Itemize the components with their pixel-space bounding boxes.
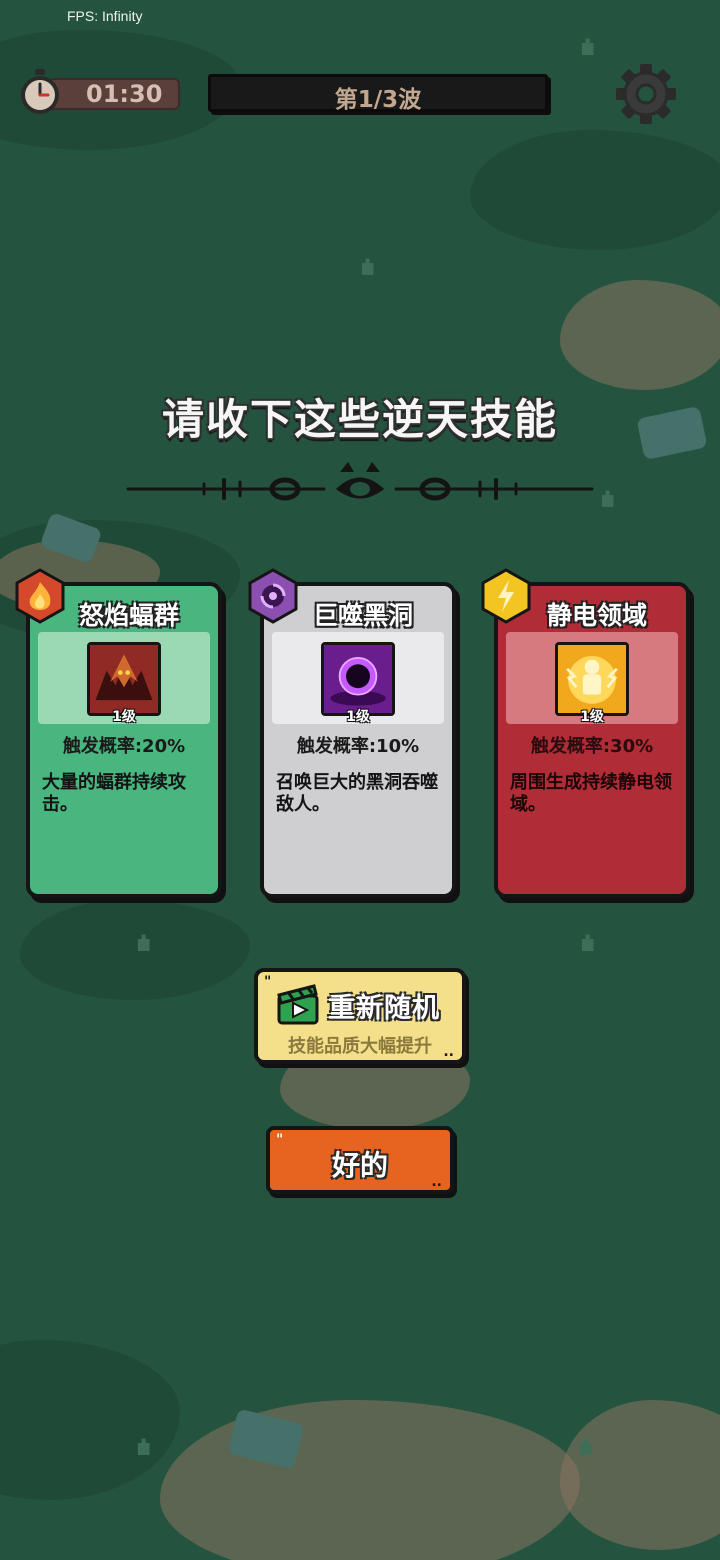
fire-icon [15, 568, 65, 624]
video-clapper-icon [277, 984, 319, 1025]
confirm-label: 好的 [331, 1149, 388, 1182]
reroll-label: 重新随机 [328, 993, 440, 1024]
skill-level: 1级 [112, 709, 136, 725]
skill-card-static-field[interactable]: 静电领域 1级 触发概率:30% 周围生成持续静电领域。 [494, 582, 690, 898]
wave-timer: 01:30 [18, 68, 180, 116]
black-hole-icon [321, 642, 395, 716]
skill-description: 大量的蝠群持续攻击。 [42, 772, 186, 815]
wave-indicator: 第1/3波 [208, 74, 548, 113]
reroll-subtitle: 技能品质大幅提升 [288, 1036, 432, 1057]
trigger-rate: 触发概率:10% [296, 736, 420, 757]
bat-swarm-icon [87, 642, 161, 716]
reroll-button[interactable]: " .. 重新随机 技能品质大幅提升 [254, 968, 466, 1064]
reward-headline: 请收下这些逆天技能 [161, 395, 558, 444]
trigger-rate: 触发概率:20% [62, 736, 186, 757]
fps-counter: FPS: Infinity [67, 8, 143, 24]
confirm-button[interactable]: " .. 好的 [266, 1126, 454, 1194]
skill-level: 1级 [346, 709, 370, 725]
vortex-icon [248, 568, 298, 624]
static-field-icon [555, 642, 629, 716]
skill-description: 召唤巨大的黑洞吞噬敌人。 [276, 772, 438, 815]
stopwatch-icon [21, 69, 59, 114]
trigger-rate: 触发概率:30% [530, 736, 654, 757]
timer-value: 01:30 [86, 80, 163, 108]
skill-description: 周围生成持续静电领域。 [510, 772, 672, 815]
gear-icon[interactable] [614, 62, 678, 126]
wave-label: 第1/3波 [334, 87, 422, 113]
ornament-divider [126, 462, 594, 501]
skill-card-black-hole[interactable]: 巨噬黑洞 1级 触发概率:10% 召唤巨大的黑洞吞噬敌人。 [260, 582, 456, 898]
lightning-icon [481, 568, 531, 624]
skill-level: 1级 [580, 709, 604, 725]
skill-card-bat-swarm[interactable]: 怒焰蝠群 1级 触发概率:20% 大量的蝠群持续攻击。 [26, 582, 222, 898]
